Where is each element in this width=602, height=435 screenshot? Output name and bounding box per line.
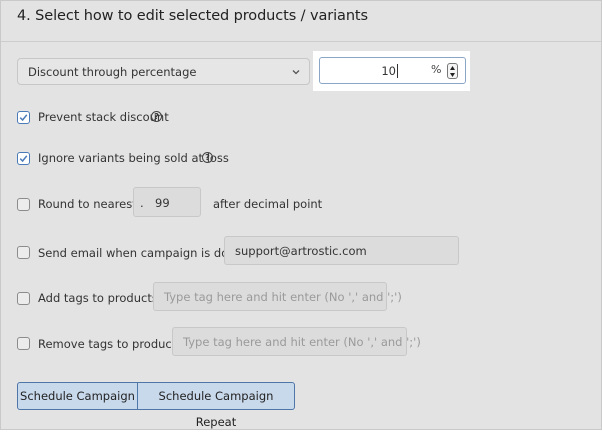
- schedule-campaign-repeat-button[interactable]: Schedule Campaign Repeat: [138, 383, 294, 429]
- prevent-stack-label: Prevent stack discount: [38, 110, 169, 124]
- ignore-loss-label: Ignore variants being sold at loss: [38, 151, 229, 165]
- number-spinner[interactable]: [447, 63, 458, 79]
- add-tags-label: Add tags to products: [38, 291, 158, 305]
- round-value: 99: [155, 196, 170, 210]
- add-tags-checkbox[interactable]: [17, 292, 30, 305]
- text-caret: [397, 64, 398, 78]
- decimal-point-prefix: .: [140, 196, 144, 210]
- edit-method-value: Discount through percentage: [28, 65, 197, 79]
- round-suffix: after decimal point: [213, 197, 323, 211]
- remove-tags-checkbox[interactable]: [17, 337, 30, 350]
- section-title: 4. Select how to edit selected products …: [17, 8, 368, 24]
- send-email-checkbox[interactable]: [17, 246, 30, 259]
- ignore-loss-checkbox[interactable]: [17, 152, 30, 165]
- amount-input[interactable]: 10 %: [319, 57, 466, 84]
- round-checkbox[interactable]: [17, 198, 30, 211]
- remove-tags-input[interactable]: Type tag here and hit enter (No ',' and …: [172, 327, 421, 356]
- help-icon[interactable]: ?: [151, 111, 162, 122]
- remove-tags-label: Remove tags to products: [38, 337, 183, 351]
- edit-method-select[interactable]: Discount through percentage: [17, 58, 310, 85]
- edit-settings-panel: 4. Select how to edit selected products …: [0, 0, 602, 430]
- schedule-campaign-button[interactable]: Schedule Campaign: [18, 383, 137, 409]
- checkmark-icon: [19, 155, 28, 163]
- chevron-down-icon: [292, 70, 300, 75]
- round-input[interactable]: . 99: [133, 187, 201, 217]
- spinner-down-icon[interactable]: [449, 72, 456, 78]
- amount-value: 10: [381, 64, 396, 78]
- email-field[interactable]: support@artrostic.com: [224, 236, 459, 265]
- round-label: Round to nearest: [38, 197, 137, 211]
- schedule-button-group: Schedule Campaign Schedule Campaign Repe…: [17, 382, 295, 429]
- help-icon[interactable]: ?: [202, 152, 213, 163]
- add-tags-placeholder: Type tag here and hit enter (No ',' and …: [164, 290, 402, 304]
- amount-input-wrapper: 10 %: [313, 51, 470, 91]
- email-value: support@artrostic.com: [235, 244, 367, 258]
- percent-unit: %: [431, 63, 442, 76]
- section-header: 4. Select how to edit selected products …: [1, 1, 601, 42]
- spinner-up-icon[interactable]: [449, 65, 456, 71]
- add-tags-input[interactable]: Type tag here and hit enter (No ',' and …: [153, 282, 402, 311]
- send-email-label: Send email when campaign is done: [38, 246, 243, 260]
- checkmark-icon: [19, 114, 28, 122]
- prevent-stack-checkbox[interactable]: [17, 111, 30, 124]
- remove-tags-placeholder: Type tag here and hit enter (No ',' and …: [183, 335, 421, 349]
